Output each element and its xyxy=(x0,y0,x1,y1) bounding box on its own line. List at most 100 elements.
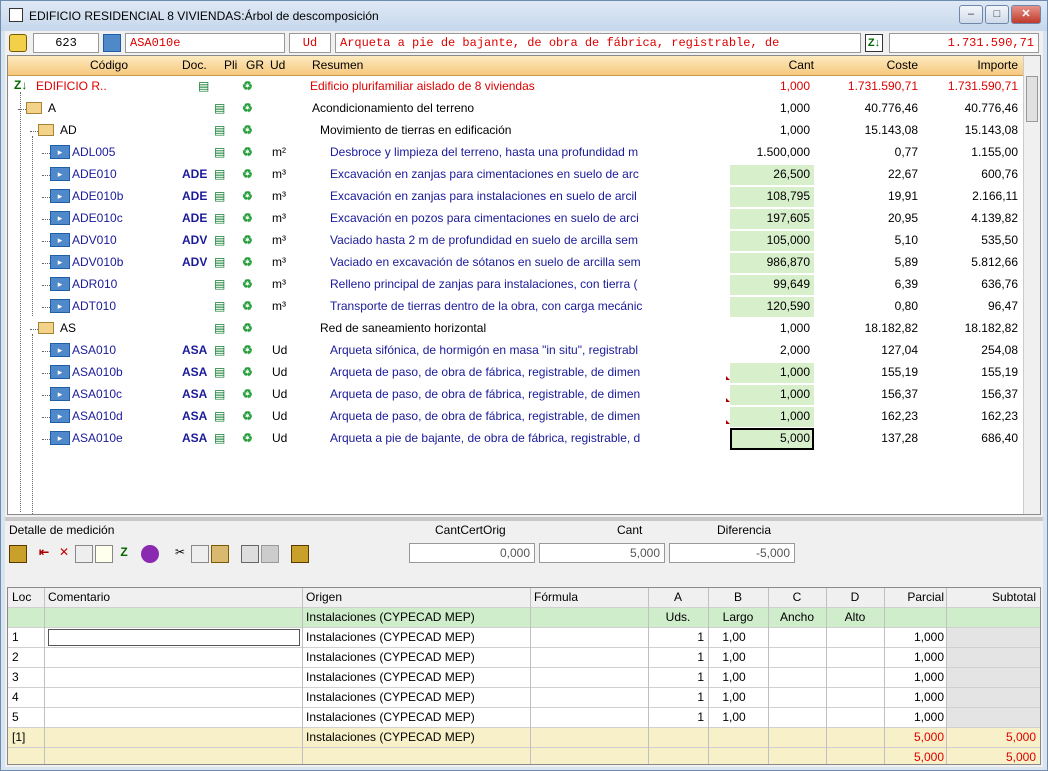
recycle-icon[interactable]: ♻ xyxy=(242,409,253,423)
col-ud[interactable]: Ud xyxy=(270,58,285,72)
recycle-icon[interactable]: ♻ xyxy=(242,299,253,313)
plan-icon[interactable]: ▤ xyxy=(214,189,225,203)
concept-icon[interactable]: ▸ xyxy=(50,409,70,423)
print-icon[interactable] xyxy=(261,545,279,563)
col-comentario[interactable]: Comentario xyxy=(48,590,110,604)
tree-row[interactable]: A ▤ ♻ Acondicionamiento del terreno 1,000 40.… xyxy=(8,98,1025,120)
plan-icon[interactable]: ▤ xyxy=(214,299,225,313)
tree-row[interactable]: ▸ ADV010b ADV ▤ ♻ m³ Vaciado en excavación de … xyxy=(8,252,1025,274)
tree-row[interactable]: AS ▤ ♻ Red de saneamiento horizontal 1,000 18… xyxy=(8,318,1025,340)
col-origen[interactable]: Origen xyxy=(306,590,342,604)
cant-cell[interactable]: 1,000 xyxy=(730,321,810,335)
concept-icon[interactable]: ▸ xyxy=(50,189,70,203)
table-icon[interactable] xyxy=(9,545,27,563)
recycle-icon[interactable]: ♻ xyxy=(242,233,253,247)
col-cant[interactable]: Cant xyxy=(764,58,814,72)
b-cell[interactable]: 1,00 xyxy=(708,710,760,724)
b-cell[interactable]: 1,00 xyxy=(708,630,760,644)
recycle-icon[interactable]: ♻ xyxy=(242,101,253,115)
total-field[interactable]: 1.731.590,71 xyxy=(889,33,1039,53)
insert-row-icon[interactable]: ⇤ xyxy=(35,545,53,563)
tree-row[interactable]: ▸ ADT010 ▤ ♻ m³ Transporte de tierras dentro … xyxy=(8,296,1025,318)
b-cell[interactable]: 1,00 xyxy=(708,690,760,704)
recycle-icon[interactable]: ♻ xyxy=(242,365,253,379)
tree-row[interactable]: ▸ ASA010d ASA ▤ ♻ Ud Arqueta de paso, de obra … xyxy=(8,406,1025,428)
plan-icon[interactable]: ▤ xyxy=(214,409,225,423)
comment-input[interactable] xyxy=(48,629,300,646)
col-formula[interactable]: Fórmula xyxy=(534,590,578,604)
plan-icon[interactable]: ▤ xyxy=(214,145,225,159)
plan-icon[interactable]: ▤ xyxy=(198,79,209,93)
copy-icon[interactable] xyxy=(191,545,209,563)
a-cell[interactable]: 1 xyxy=(648,630,704,644)
recycle-icon[interactable]: ♻ xyxy=(242,145,253,159)
col-c[interactable]: C xyxy=(768,590,826,604)
tree-row[interactable]: Z↓ EDIFICIO R.. ▤ ♻ Edificio plurifamiliar a… xyxy=(8,76,1025,98)
decomposition-tree-grid[interactable]: Código Doc. Pli GR Ud Resumen Cant Coste… xyxy=(7,55,1041,515)
description-field[interactable]: Arqueta a pie de bajante, de obra de fáb… xyxy=(335,33,861,53)
folder-icon[interactable] xyxy=(26,102,42,114)
tree-row[interactable]: ▸ ADE010c ADE ▤ ♻ m³ Excavación en pozos para … xyxy=(8,208,1025,230)
sum-row[interactable]: [1] Instalaciones (CYPECAD MEP) 5,000 5,… xyxy=(8,728,1040,748)
a-cell[interactable]: 1 xyxy=(648,710,704,724)
number-field[interactable]: 623 xyxy=(33,33,99,53)
col-loc[interactable]: Loc xyxy=(12,590,31,604)
code-field[interactable]: ASA010e xyxy=(125,33,285,53)
concept-icon[interactable]: ▸ xyxy=(50,431,70,445)
tree-row[interactable]: ▸ ASA010 ASA ▤ ♻ Ud Arqueta sifónica, de hormi… xyxy=(8,340,1025,362)
tree-row[interactable]: ▸ ADR010 ▤ ♻ m³ Relleno principal de zanjas p… xyxy=(8,274,1025,296)
copy-rows-icon[interactable] xyxy=(75,545,93,563)
col-pli[interactable]: Pli xyxy=(224,58,237,72)
tree-row[interactable]: AD ▤ ♻ Movimiento de tierras en edificación… xyxy=(8,120,1025,142)
col-resumen[interactable]: Resumen xyxy=(312,58,363,72)
cant-cell[interactable]: 1,000 xyxy=(730,79,810,93)
unit-field[interactable]: Ud xyxy=(289,33,331,53)
cant-cell[interactable]: 1,000 xyxy=(730,101,810,115)
cant-cell[interactable]: 1,000 xyxy=(730,387,810,401)
plan-icon[interactable]: ▤ xyxy=(214,211,225,225)
tree-row[interactable]: ▸ ADL005 ▤ ♻ m² Desbroce y limpieza del terre… xyxy=(8,142,1025,164)
concept-icon[interactable]: ▸ xyxy=(50,343,70,357)
concept-icon[interactable]: ▸ xyxy=(50,167,70,181)
book-icon[interactable] xyxy=(141,545,159,563)
plan-icon[interactable]: ▤ xyxy=(214,431,225,445)
col-importe[interactable]: Importe xyxy=(918,58,1018,72)
a-cell[interactable]: 1 xyxy=(648,690,704,704)
concept-icon[interactable]: ▸ xyxy=(50,211,70,225)
cant-cell[interactable]: 26,500 xyxy=(730,167,810,181)
cant-cell[interactable]: 105,000 xyxy=(730,233,810,247)
concept-icon[interactable]: ▸ xyxy=(50,387,70,401)
col-parcial[interactable]: Parcial xyxy=(888,590,944,604)
concept-icon[interactable]: ▸ xyxy=(50,145,70,159)
maximize-button[interactable]: □ xyxy=(985,5,1009,24)
cant-cell[interactable]: 197,605 xyxy=(730,211,810,225)
measurement-row[interactable]: 1 Instalaciones (CYPECAD MEP) 1 1,00 1,000 xyxy=(8,628,1040,648)
measurement-row[interactable]: 2 Instalaciones (CYPECAD MEP) 1 1,00 1,000 xyxy=(8,648,1040,668)
col-b[interactable]: B xyxy=(708,590,768,604)
sort-icon[interactable]: Z↓ xyxy=(865,34,883,52)
col-subtotal[interactable]: Subtotal xyxy=(948,590,1036,604)
recycle-icon[interactable]: ♻ xyxy=(242,431,253,445)
cut-icon[interactable]: ✂ xyxy=(171,545,189,563)
import-icon[interactable] xyxy=(241,545,259,563)
minimize-button[interactable]: – xyxy=(959,5,983,24)
concept-icon[interactable]: ▸ xyxy=(50,365,70,379)
paste-icon[interactable] xyxy=(211,545,229,563)
a-cell[interactable]: 1 xyxy=(648,670,704,684)
sort-rows-icon[interactable]: Z xyxy=(115,545,133,563)
plan-icon[interactable]: ▤ xyxy=(214,343,225,357)
col-gr[interactable]: GR xyxy=(246,58,264,72)
paste-rows-icon[interactable] xyxy=(95,545,113,563)
recycle-icon[interactable]: ♻ xyxy=(242,211,253,225)
delete-row-icon[interactable]: ✕ xyxy=(55,545,73,563)
cant-cell[interactable]: 99,649 xyxy=(730,277,810,291)
measurement-row[interactable]: 5 Instalaciones (CYPECAD MEP) 1 1,00 1,000 xyxy=(8,708,1040,728)
b-cell[interactable]: 1,00 xyxy=(708,650,760,664)
col-codigo[interactable]: Código xyxy=(90,58,128,72)
a-cell[interactable]: 1 xyxy=(648,650,704,664)
folder-icon[interactable] xyxy=(38,322,54,334)
recycle-icon[interactable]: ♻ xyxy=(242,167,253,181)
cant-cell[interactable]: 1,000 xyxy=(730,365,810,379)
budget-icon[interactable] xyxy=(9,34,27,52)
plan-icon[interactable]: ▤ xyxy=(214,321,225,335)
